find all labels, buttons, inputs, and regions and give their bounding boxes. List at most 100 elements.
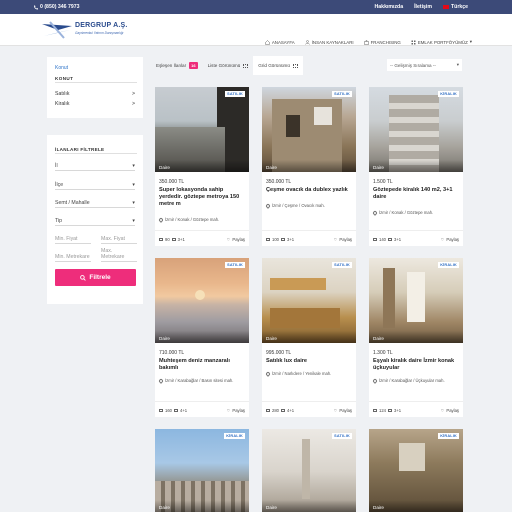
listing-price: 1.300 TL bbox=[373, 350, 393, 356]
chevron-down-icon: ▾ bbox=[132, 200, 135, 206]
listing-title[interactable]: Super lokasyonda sahip yerdedir. göztepe… bbox=[159, 187, 247, 208]
listing-photo[interactable]: SATILIK Daire bbox=[155, 87, 249, 172]
listing-photo[interactable]: SATILIK Daire bbox=[262, 258, 356, 343]
heart-icon[interactable]: ♡ bbox=[334, 408, 338, 413]
max-area-input[interactable]: Max. Metrekare bbox=[101, 248, 137, 262]
listing-toolbar: Eşleşen İlanlar 16 Liste Görünümü Grid G… bbox=[151, 56, 465, 75]
site-header: DERGRUP A.Ş. Gayrimenkul Yatırım Danışma… bbox=[0, 14, 512, 46]
property-type: Daire bbox=[369, 331, 463, 343]
nav-item-hr[interactable]: İNSAN KAYNAKLARI bbox=[304, 39, 354, 45]
listing-location: İzmir / Narlıdere / Yenikale mah. bbox=[265, 371, 354, 377]
heart-icon[interactable]: ♡ bbox=[227, 237, 231, 242]
category-item-satilik[interactable]: Satılık > bbox=[55, 91, 135, 97]
share-link[interactable]: Paylaş bbox=[232, 408, 245, 413]
listing-title[interactable]: Çeşme ovacık da dublex yazlık bbox=[266, 187, 354, 194]
status-badge: SATILIK bbox=[332, 91, 352, 97]
area-icon bbox=[373, 409, 377, 412]
phone-link[interactable]: 0 (850) 346 7973 bbox=[33, 4, 80, 10]
share-link[interactable]: Paylaş bbox=[232, 237, 245, 242]
listing-photo[interactable]: KİRALIK Daire bbox=[369, 258, 463, 343]
nav-item-portfolio[interactable]: EMLAK PORTFÖYÜMÜZ ▾ bbox=[411, 39, 472, 45]
about-link[interactable]: Hakkımızda bbox=[375, 4, 404, 10]
contact-link[interactable]: İletişim bbox=[414, 4, 432, 10]
briefcase-icon bbox=[363, 39, 369, 45]
rooms-value: 3+1 bbox=[394, 237, 402, 242]
status-badge: SATILIK bbox=[332, 262, 352, 268]
listing-photo[interactable]: KİRALIK Daire bbox=[155, 429, 249, 512]
chevron-down-icon: ▾ bbox=[132, 218, 135, 224]
listing-price: 350.000 TL bbox=[266, 179, 292, 185]
area-value: 90 bbox=[165, 237, 170, 242]
property-type: Daire bbox=[155, 331, 249, 343]
brand-logo[interactable]: DERGRUP A.Ş. Gayrimenkul Yatırım Danışma… bbox=[40, 20, 140, 40]
rooms-icon bbox=[281, 409, 285, 412]
listing-card[interactable]: SATILIK Daire bbox=[262, 429, 356, 512]
listing-card[interactable]: KİRALIK Daire bbox=[369, 429, 463, 512]
listing-card[interactable]: KİRALIK Daire 1.300 TL Eşyalı kiralık da… bbox=[369, 258, 463, 417]
property-type: Daire bbox=[155, 160, 249, 172]
neighborhood-select[interactable]: Semt / Mahalle ▾ bbox=[55, 198, 135, 208]
listing-card[interactable]: SATILIK Daire 350.000 TL Çeşme ovacık da… bbox=[262, 87, 356, 246]
filter-button[interactable]: Filtrele bbox=[55, 269, 136, 286]
location-text: İzmir / Konak / Göztepe mah. bbox=[165, 217, 220, 222]
rooms-value: 3+1 bbox=[177, 237, 185, 242]
city-select[interactable]: İl ▾ bbox=[55, 161, 135, 171]
card-divider bbox=[155, 401, 249, 402]
type-select[interactable]: Tip ▾ bbox=[55, 216, 135, 226]
chevron-down-icon: ▾ bbox=[456, 62, 459, 67]
language-selector[interactable]: Türkçe bbox=[442, 4, 468, 10]
nav-item-home[interactable]: ANASAYFA bbox=[265, 40, 295, 45]
share-link[interactable]: Paylaş bbox=[446, 237, 459, 242]
listing-card[interactable]: KİRALIK Daire bbox=[155, 429, 249, 512]
listing-meta: 160 4+1 ♡ Paylaş bbox=[159, 408, 245, 413]
user-icon bbox=[304, 39, 310, 45]
status-badge: SATILIK bbox=[225, 91, 245, 97]
card-divider bbox=[262, 230, 356, 231]
card-divider bbox=[369, 230, 463, 231]
listing-photo[interactable]: KİRALIK Daire bbox=[369, 429, 463, 512]
rooms-value: 3+1 bbox=[287, 237, 295, 242]
listing-photo[interactable]: SATILIK Daire bbox=[262, 87, 356, 172]
listing-title[interactable]: Satılık lux daire bbox=[266, 358, 354, 365]
min-price-input[interactable]: Min. Fiyat bbox=[55, 234, 91, 244]
listing-title[interactable]: Göztepede kiralık 140 m2, 3+1 daire bbox=[373, 187, 461, 201]
card-divider bbox=[369, 401, 463, 402]
area-icon bbox=[159, 409, 163, 412]
card-divider bbox=[262, 401, 356, 402]
share-link[interactable]: Paylaş bbox=[339, 237, 352, 242]
max-price-input[interactable]: Max. Fiyat bbox=[101, 234, 137, 244]
listing-location: İzmir / Konak / Göztepe mah. bbox=[372, 210, 461, 216]
heart-icon[interactable]: ♡ bbox=[334, 237, 338, 242]
share-link[interactable]: Paylaş bbox=[446, 408, 459, 413]
heart-icon[interactable]: ♡ bbox=[441, 408, 445, 413]
rooms-icon bbox=[174, 409, 178, 412]
chevron-down-icon: ▾ bbox=[469, 39, 472, 44]
listing-card[interactable]: KİRALIK Daire 1.500 TL Göztepede kiralık… bbox=[369, 87, 463, 246]
heart-icon[interactable]: ♡ bbox=[441, 237, 445, 242]
district-select-value: İlçe bbox=[55, 182, 64, 188]
heart-icon[interactable]: ♡ bbox=[227, 408, 231, 413]
grid-view-toggle[interactable]: Grid Görünümü bbox=[253, 56, 303, 75]
listing-card[interactable]: SATILIK Daire 995.000 TL Satılık lux dai… bbox=[262, 258, 356, 417]
listing-photo[interactable]: SATILIK Daire bbox=[155, 258, 249, 343]
min-area-input[interactable]: Min. Metrekare bbox=[55, 252, 91, 262]
area-icon bbox=[159, 238, 163, 241]
district-select[interactable]: İlçe ▾ bbox=[55, 180, 135, 190]
listing-title[interactable]: Muhteşem deniz manzaralı bakımlı bbox=[159, 358, 247, 372]
share-link[interactable]: Paylaş bbox=[339, 408, 352, 413]
sort-select[interactable]: -- Gelişmiş Sıralama -- ▾ bbox=[387, 59, 462, 71]
breadcrumb[interactable]: Konut bbox=[55, 65, 68, 71]
main-nav: ANASAYFA İNSAN KAYNAKLARI FRANCHISING EM… bbox=[265, 39, 472, 45]
listing-meta: 90 3+1 ♡ Paylaş bbox=[159, 237, 245, 242]
listing-title[interactable]: Eşyalı kiralık daire İzmir konak üçkuyul… bbox=[373, 358, 461, 372]
listing-card[interactable]: SATILIK Daire 350.000 TL Super lokasyond… bbox=[155, 87, 249, 246]
list-view-toggle[interactable]: Liste Görünümü bbox=[203, 56, 254, 75]
listing-card[interactable]: SATILIK Daire 710.000 TL Muhteşem deniz … bbox=[155, 258, 249, 417]
rooms-value: 3+1 bbox=[394, 408, 402, 413]
grid-view-label: Grid Görünümü bbox=[258, 63, 290, 68]
category-item-kiralik[interactable]: Kiralık > bbox=[55, 101, 135, 107]
listing-photo[interactable]: KİRALIK Daire bbox=[369, 87, 463, 172]
listing-photo[interactable]: SATILIK Daire bbox=[262, 429, 356, 512]
phone-number: 0 (850) 346 7973 bbox=[40, 4, 80, 10]
nav-item-franchising[interactable]: FRANCHISING bbox=[363, 39, 401, 45]
